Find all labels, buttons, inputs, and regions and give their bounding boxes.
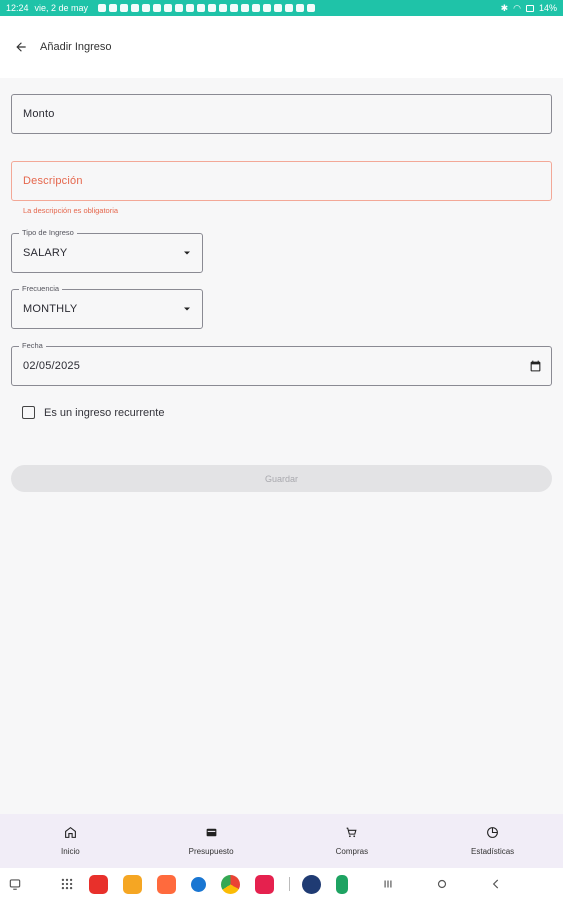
status-time: 12:24 xyxy=(6,3,29,13)
nav-item-presupuesto[interactable]: Presupuesto xyxy=(141,814,282,868)
amount-label: Monto xyxy=(23,108,55,120)
home-icon xyxy=(64,826,76,838)
system-navbar xyxy=(0,868,563,900)
income-type-label: Tipo de Ingreso xyxy=(19,228,77,237)
date-field[interactable]: Fecha 02/05/2025 xyxy=(11,341,552,386)
chrome-icon[interactable] xyxy=(221,874,240,894)
nav-label-compras: Compras xyxy=(335,847,369,856)
nav-label-inicio: Inicio xyxy=(61,847,80,856)
app-drawer-icon[interactable] xyxy=(60,877,74,891)
nav-item-inicio[interactable]: Inicio xyxy=(0,814,141,868)
description-field[interactable]: Descripción xyxy=(11,161,552,201)
nav-item-compras[interactable]: Compras xyxy=(282,814,423,868)
bottom-nav: Inicio Presupuesto Compras Estadísticas xyxy=(0,814,563,868)
back-button-icon[interactable] xyxy=(489,877,503,891)
battery-icon xyxy=(525,4,534,12)
description-error: La descripción es obligatoria xyxy=(23,206,119,215)
dropdown-arrow-icon xyxy=(184,251,190,255)
nav-label-estadisticas: Estadísticas xyxy=(471,847,515,856)
screenshot-icon[interactable] xyxy=(8,877,22,891)
status-bar: 12:24 vie, 2 de may ✱ ◠ 14% xyxy=(0,0,563,16)
frequency-label: Frecuencia xyxy=(19,284,63,293)
youtube-icon[interactable] xyxy=(255,874,274,894)
home-button-icon[interactable] xyxy=(435,877,449,891)
chart-icon xyxy=(487,827,499,838)
recurring-row[interactable]: Es un ingreso recurrente xyxy=(22,406,164,419)
notification-icons xyxy=(98,4,316,12)
app-bar: Añadir Ingreso xyxy=(0,16,563,78)
bluetooth-icon: ✱ xyxy=(500,2,509,13)
frequency-value: MONTHLY xyxy=(23,303,78,315)
page-title: Añadir Ingreso xyxy=(40,41,112,53)
app-icon-1[interactable] xyxy=(89,874,108,894)
app-icon-2[interactable] xyxy=(123,874,142,894)
cart-icon xyxy=(347,827,357,838)
wifi-icon: ◠ xyxy=(513,2,521,13)
recent-apps-icon[interactable] xyxy=(381,877,395,891)
battery-level: 14% xyxy=(538,3,557,13)
back-arrow-icon[interactable] xyxy=(12,38,30,56)
calendar-icon[interactable] xyxy=(529,360,542,373)
save-button[interactable]: Guardar xyxy=(11,465,552,492)
wallet-icon xyxy=(206,828,216,837)
nav-label-presupuesto: Presupuesto xyxy=(188,847,234,856)
taskbar-divider xyxy=(289,877,290,891)
status-date: vie, 2 de may xyxy=(34,3,89,13)
dropdown-arrow-icon xyxy=(184,307,190,311)
app-icon-4[interactable] xyxy=(302,874,321,894)
app-icon-3[interactable] xyxy=(157,874,176,894)
description-label: Descripción xyxy=(23,175,83,187)
frequency-select[interactable]: Frecuencia MONTHLY xyxy=(11,284,203,329)
income-type-select[interactable]: Tipo de Ingreso SALARY xyxy=(11,228,203,273)
income-type-value: SALARY xyxy=(23,247,68,259)
date-value: 02/05/2025 xyxy=(23,360,81,372)
messages-icon[interactable] xyxy=(191,876,206,892)
nav-item-estadisticas[interactable]: Estadísticas xyxy=(422,814,563,868)
amount-field[interactable]: Monto xyxy=(11,94,552,134)
date-label: Fecha xyxy=(19,341,46,350)
recurring-checkbox[interactable] xyxy=(22,406,35,419)
recurring-label: Es un ingreso recurrente xyxy=(44,406,165,419)
sheets-icon[interactable] xyxy=(336,874,348,894)
